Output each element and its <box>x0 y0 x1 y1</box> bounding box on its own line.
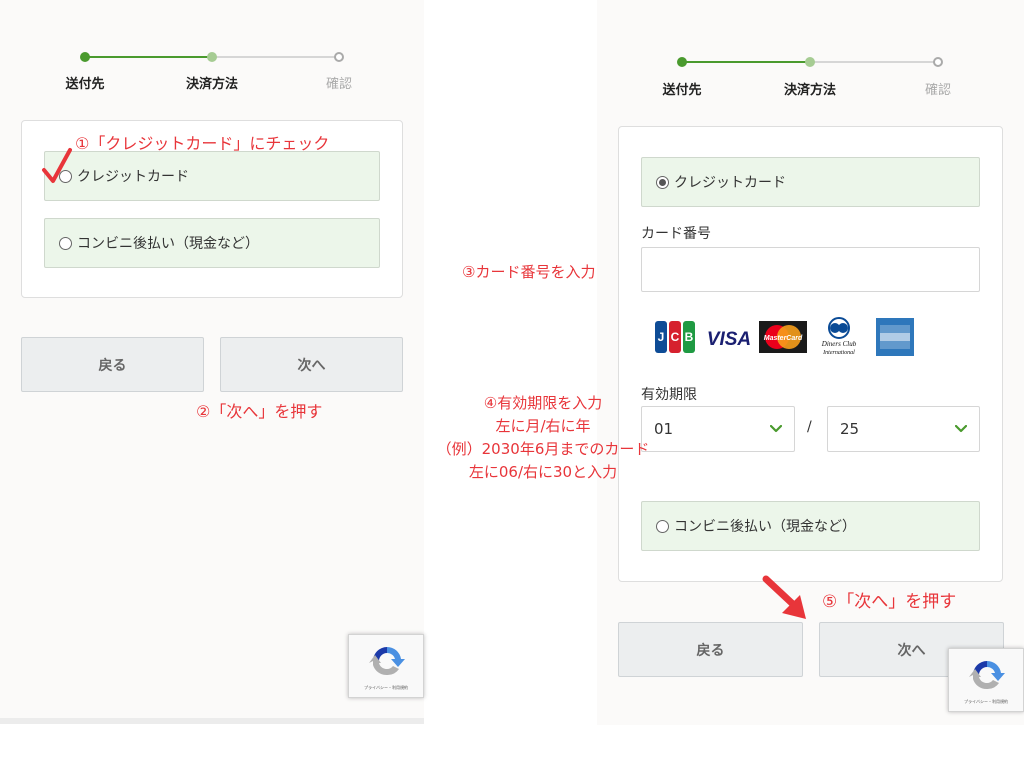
svg-text:B: B <box>685 330 694 344</box>
jcb-logo-icon: J C B <box>655 321 695 353</box>
expiry-separator: / <box>807 419 812 435</box>
svg-text:International: International <box>822 350 855 356</box>
stepper-line-done <box>85 56 212 58</box>
diners-club-logo-icon: Diners Club International <box>821 317 857 356</box>
payment-option-credit-card[interactable]: クレジットカード <box>44 151 380 201</box>
annotation-step5: ⑤「次へ」を押す <box>822 592 957 612</box>
arrow-icon <box>762 575 806 619</box>
card-number-label: カード番号 <box>641 226 711 242</box>
progress-stepper: 送付先 決済方法 確認 <box>0 0 424 100</box>
annotation-step4-line4: 左に06/右に30と入力 <box>468 463 618 481</box>
svg-text:VISA: VISA <box>707 329 751 350</box>
card-number-input[interactable] <box>641 247 980 292</box>
option-label: コンビニ後払い（現金など） <box>77 236 259 252</box>
mastercard-logo-icon: MasterCard <box>759 321 807 353</box>
radio-konbini[interactable] <box>59 236 72 250</box>
checkmark-icon <box>42 148 72 183</box>
recaptcha-badge[interactable]: プライバシー・利用規約 <box>948 648 1024 712</box>
next-button[interactable]: 次へ <box>220 337 403 392</box>
svg-text:MasterCard: MasterCard <box>764 335 803 342</box>
expiry-year-value: 25 <box>840 420 860 438</box>
step-dot-shipping <box>80 52 90 62</box>
american-express-logo-icon <box>876 318 914 356</box>
svg-text:Diners Club: Diners Club <box>821 340 857 348</box>
recaptcha-icon <box>369 646 405 676</box>
card-brand-logos: J C B VISA MasterCard Diners Club Intern… <box>655 317 915 357</box>
stepper-line-todo <box>212 56 339 58</box>
step-label-confirm: 確認 <box>325 77 353 92</box>
step-dot-payment <box>207 52 217 62</box>
stepper-line-todo <box>810 61 938 63</box>
recaptcha-badge[interactable]: プライバシー・利用規約 <box>348 634 424 698</box>
expiry-year-select[interactable]: 25 <box>827 406 980 452</box>
chevron-down-icon <box>770 425 782 433</box>
step-dot-shipping <box>677 57 687 67</box>
stepper-line-done <box>682 61 810 63</box>
right-screenshot-panel: 送付先 決済方法 確認 クレジットカード カード番号 J C B VISA Ma… <box>597 0 1024 725</box>
annotation-step3: ③カード番号を入力 <box>462 263 596 281</box>
option-label: クレジットカード <box>674 175 786 191</box>
step-label-shipping: 送付先 <box>65 77 105 92</box>
left-screenshot-panel: 送付先 決済方法 確認 クレジットカード コンビニ後払い（現金など） 戻る 次へ… <box>0 0 424 724</box>
recaptcha-caption: プライバシー・利用規約 <box>364 685 408 690</box>
payment-option-konbini[interactable]: コンビニ後払い（現金など） <box>641 501 980 551</box>
step-label-shipping: 送付先 <box>662 83 702 98</box>
back-button[interactable]: 戻る <box>618 622 803 677</box>
radio-credit-card[interactable] <box>656 175 669 189</box>
annotation-step4-line3: （例）2030年6月までのカード <box>436 440 650 458</box>
radio-konbini[interactable] <box>656 519 669 533</box>
step-dot-payment <box>805 57 815 67</box>
progress-stepper: 送付先 決済方法 確認 <box>597 0 1024 100</box>
option-label: コンビニ後払い（現金など） <box>674 519 856 535</box>
back-button[interactable]: 戻る <box>21 337 204 392</box>
svg-text:C: C <box>671 330 680 344</box>
payment-option-credit-card[interactable]: クレジットカード <box>641 157 980 207</box>
visa-logo-icon: VISA <box>707 329 751 350</box>
annotation-step1: ①「クレジットカード」にチェック <box>75 134 330 153</box>
recaptcha-caption: プライバシー・利用規約 <box>964 699 1008 704</box>
step-label-payment: 決済方法 <box>783 83 837 98</box>
recaptcha-icon <box>969 660 1005 690</box>
step-label-payment: 決済方法 <box>185 77 239 92</box>
step-label-confirm: 確認 <box>924 83 952 98</box>
payment-option-konbini[interactable]: コンビニ後払い（現金など） <box>44 218 380 268</box>
annotation-step2: ②「次へ」を押す <box>196 402 323 421</box>
option-label: クレジットカード <box>77 169 189 185</box>
step-dot-confirm <box>334 52 344 62</box>
svg-text:J: J <box>658 330 665 344</box>
annotation-step4-line2: 左に月/右に年 <box>495 417 591 435</box>
step-dot-confirm <box>933 57 943 67</box>
annotation-step4: ④有効期限を入力 左に月/右に年 （例）2030年6月までのカード 左に06/右… <box>412 392 674 484</box>
annotation-step4-line1: ④有効期限を入力 <box>483 394 603 412</box>
chevron-down-icon <box>955 425 967 433</box>
